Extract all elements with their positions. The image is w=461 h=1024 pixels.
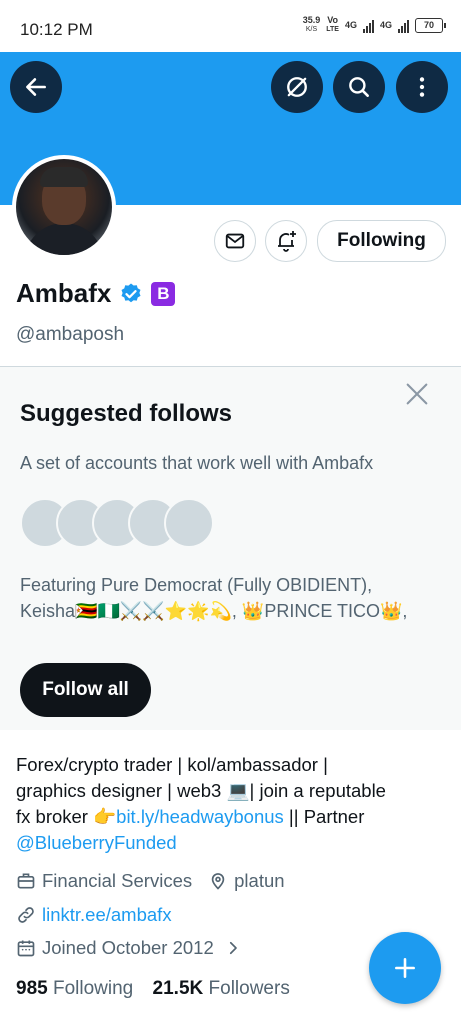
suggested-avatars[interactable] — [20, 498, 220, 548]
profile-name: Ambafx — [16, 278, 112, 308]
featuring-text: Featuring Pure Democrat (Fully OBIDIENT)… — [20, 572, 445, 624]
website-link[interactable]: linktr.ee/ambafx — [42, 904, 172, 926]
featuring-line-1: Featuring Pure Democrat (Fully OBIDIENT)… — [20, 575, 373, 595]
volte-indicator: Vo LTE — [326, 16, 339, 34]
network-type-1: 4G — [344, 19, 357, 30]
close-icon[interactable] — [403, 380, 431, 408]
back-button[interactable] — [10, 61, 62, 113]
mail-icon — [225, 233, 245, 249]
more-button[interactable] — [396, 61, 448, 113]
compose-button[interactable] — [369, 932, 441, 1004]
more-vertical-icon — [419, 77, 425, 97]
location-pin-icon — [211, 873, 225, 890]
bio-line-2: graphics designer | web3 💻| join a reput… — [16, 780, 386, 801]
avatar[interactable] — [12, 155, 116, 259]
bio-mention[interactable]: @BlueberryFunded — [16, 830, 446, 856]
briefcase-icon — [17, 873, 35, 889]
profile-handle: @ambaposh — [16, 324, 125, 345]
avatar-shirt — [24, 223, 104, 255]
suggested-avatar — [164, 498, 214, 548]
followers-count: 21.5K — [152, 978, 204, 999]
status-time: 10:12 PM — [20, 20, 93, 39]
calendar-icon — [17, 940, 35, 957]
verified-badge-icon[interactable] — [119, 282, 143, 306]
signal-icon-2 — [398, 17, 409, 33]
bio-link[interactable]: bit.ly/headwaybonus — [116, 806, 284, 827]
bio-line-3-suffix: || Partner — [283, 806, 365, 827]
speed-value: 35.9 — [302, 15, 321, 25]
bio-line-1: Forex/crypto trader | kol/ambassador | — [16, 754, 328, 775]
bell-plus-icon — [278, 231, 296, 252]
follow-all-button[interactable]: Follow all — [20, 663, 151, 717]
message-button[interactable] — [214, 220, 256, 262]
following-label: Following — [52, 978, 134, 999]
suggested-description: A set of accounts that work well with Am… — [20, 453, 374, 473]
signal-icon — [362, 17, 374, 33]
website-row: linktr.ee/ambafx — [16, 904, 172, 926]
speed-unit: K/S — [305, 26, 318, 33]
following-count: 985 — [16, 978, 48, 999]
profile-details-row: Financial Services platun — [16, 870, 285, 892]
network-type-2: 4G — [379, 19, 392, 30]
link-icon — [18, 907, 34, 923]
search-icon — [349, 77, 369, 97]
status-bar: 10:12 PM 35.9 K/S Vo LTE 4G 4G 70 — [0, 0, 461, 52]
joined-row[interactable]: Joined October 2012 — [16, 937, 242, 959]
joined-label: Joined October 2012 — [42, 937, 214, 958]
bio-line-3: fx broker 👉bit.ly/headwaybonus || Partne… — [16, 804, 446, 830]
b-badge-icon[interactable]: B — [151, 281, 176, 306]
status-icons: 35.9 K/S Vo LTE 4G 4G 70 — [303, 16, 446, 34]
battery-icon: 70 — [415, 17, 446, 33]
avatar-hair — [40, 167, 88, 187]
search-button[interactable] — [333, 61, 385, 113]
profile-name-row: Ambafx B — [16, 278, 176, 309]
volte-bottom: LTE — [326, 26, 339, 33]
chevron-right-icon — [229, 941, 237, 955]
category-label: Financial Services — [42, 870, 193, 891]
follow-counts: 985 Following 21.5K Followers — [16, 978, 290, 1000]
arrow-left-icon — [26, 78, 46, 96]
followers-label: Followers — [208, 978, 290, 999]
volte-top: Vo — [327, 15, 339, 25]
location-label: platun — [234, 870, 285, 891]
followers-count-link[interactable]: 21.5K Followers — [153, 978, 290, 999]
notifications-button[interactable] — [265, 220, 307, 262]
bio-line-3-prefix: fx broker 👉 — [16, 806, 117, 827]
plus-icon — [395, 958, 415, 978]
following-count-link[interactable]: 985 Following — [16, 978, 133, 999]
network-speed: 35.9 K/S — [303, 16, 321, 34]
suggested-title: Suggested follows — [20, 400, 233, 427]
following-button[interactable]: Following — [317, 220, 446, 262]
profile-bio: Forex/crypto trader | kol/ambassador | g… — [16, 752, 446, 856]
mute-button[interactable] — [271, 61, 323, 113]
featuring-line-2: Keisha🇿🇼🇳🇬⚔️⚔️⭐🌟💫, 👑PRINCE TICO👑, — [20, 601, 408, 621]
slashed-circle-icon — [287, 77, 307, 97]
